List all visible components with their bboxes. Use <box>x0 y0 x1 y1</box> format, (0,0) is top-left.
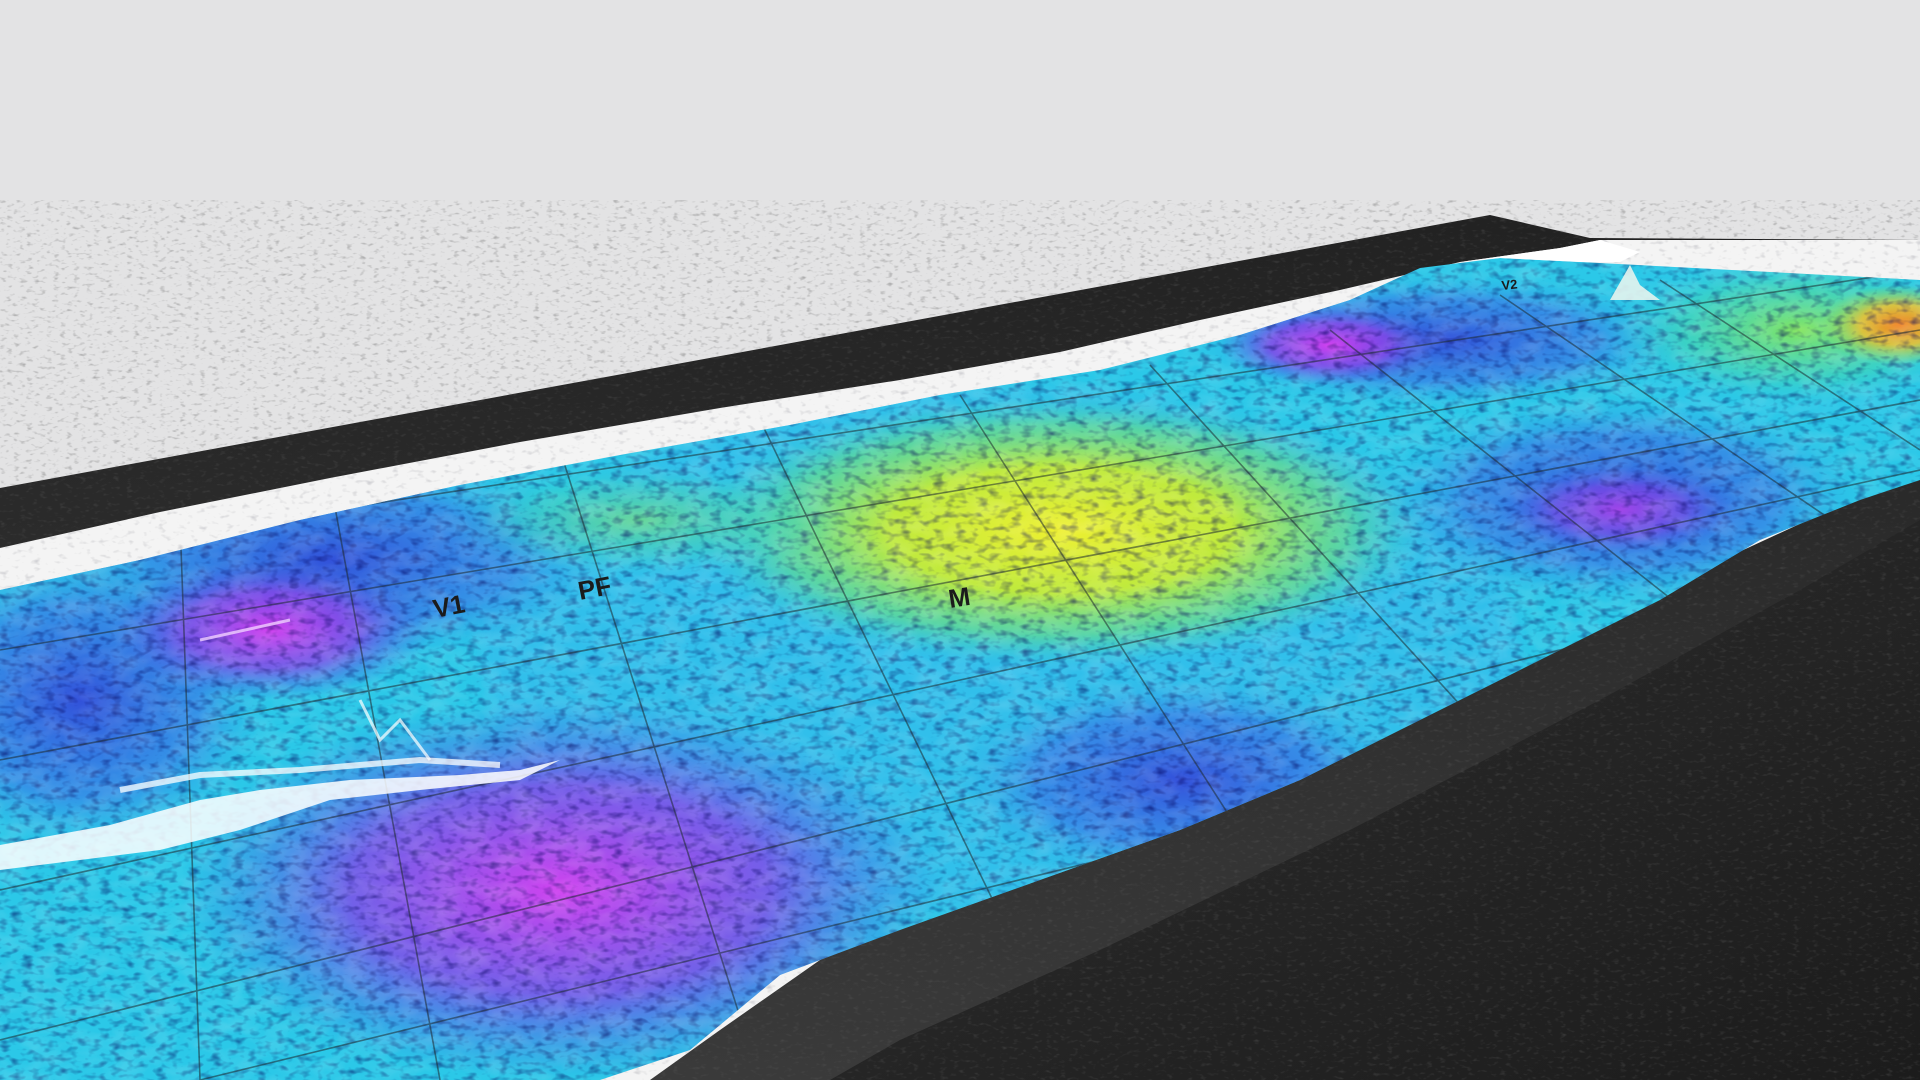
terrain-scene[interactable]: V1 PF M V2 <box>0 0 1920 1080</box>
feature-label-m: M <box>946 581 972 614</box>
feature-label-v2: V2 <box>1501 276 1518 293</box>
feature-label-v1: V1 <box>430 588 467 624</box>
3d-map-viewport[interactable]: V1 PF M V2 <box>0 0 1920 1080</box>
feature-label-pf: PF <box>575 570 613 606</box>
